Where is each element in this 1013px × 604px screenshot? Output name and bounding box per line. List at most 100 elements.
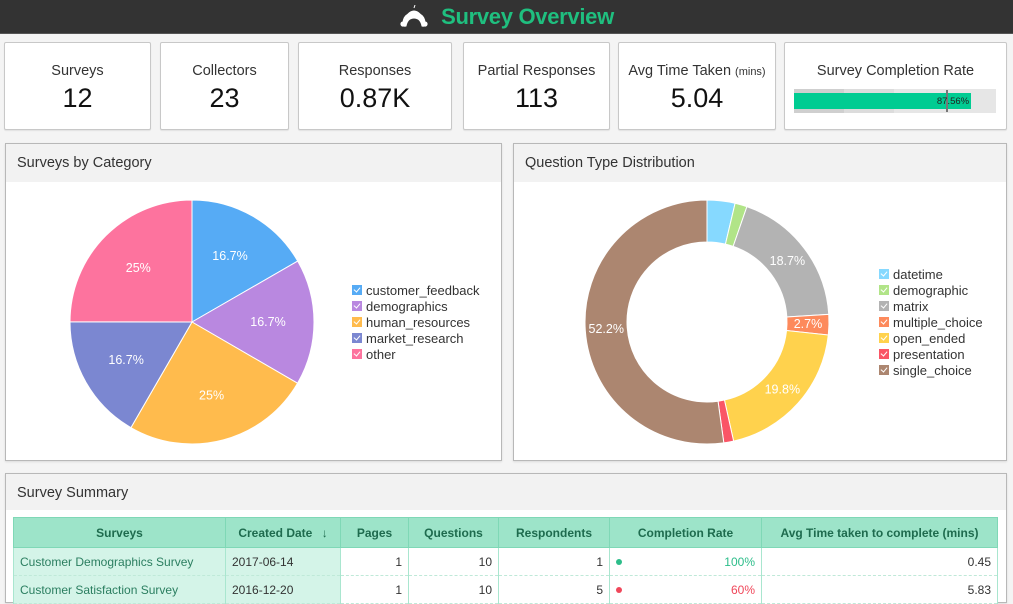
legend-item-datetime[interactable]: datetime: [879, 266, 983, 282]
status-dot-icon: [616, 587, 622, 594]
checkbox-icon[interactable]: [879, 349, 889, 359]
kpi-value: 5.04: [670, 83, 724, 113]
legend-item-customer-feedback[interactable]: customer_feedback: [352, 282, 479, 298]
kpi-completion-rate: Survey Completion Rate 87.56%: [784, 42, 1007, 130]
kpi-value: 23: [209, 83, 240, 113]
panel-title: Surveys by Category: [6, 144, 501, 182]
bar-value-label: 87.56%: [936, 96, 970, 107]
column-header-pages[interactable]: Pages: [340, 517, 409, 548]
kpi-label: Surveys: [51, 63, 104, 79]
checkbox-icon[interactable]: [879, 301, 889, 311]
cell-questions: 10: [408, 575, 499, 604]
kpi-value: 0.87K: [339, 83, 411, 113]
kpi-label: Partial Responses: [477, 63, 596, 79]
checkbox-icon[interactable]: [879, 333, 889, 343]
checkbox-icon[interactable]: [352, 285, 362, 295]
kpi-label: Responses: [338, 63, 412, 79]
panel-question-type-distribution: Question Type Distribution 18.7% 2.7% 19.8…: [513, 143, 1007, 461]
question-type-donut-chart: 18.7% 2.7% 19.8% 52.2%: [584, 199, 830, 445]
cell-avg-time: 0.45: [761, 547, 998, 576]
slice-label: 2.7%: [794, 317, 823, 331]
slice-label: 16.7%: [250, 315, 285, 329]
table-header-row: Surveys Created Date ↓ Pages Questions R…: [13, 517, 998, 548]
legend-item-other[interactable]: other: [352, 346, 479, 362]
kpi-label: Survey Completion Rate: [816, 63, 975, 79]
cell-survey-name[interactable]: Customer Demographics Survey: [13, 547, 226, 576]
column-header-created-date[interactable]: Created Date ↓: [225, 517, 341, 548]
legend-label: market_research: [366, 330, 464, 346]
legend-label: other: [366, 346, 396, 362]
slice-label: 25%: [199, 388, 224, 402]
checkbox-icon[interactable]: [352, 349, 362, 359]
status-dot-icon: [616, 559, 622, 566]
question-type-legend: datetime demographic matrix multiple_choice…: [879, 266, 983, 378]
slice-label: 16.7%: [212, 249, 247, 263]
checkbox-icon[interactable]: [352, 301, 362, 311]
kpi-label: Avg Time Taken (mins): [619, 63, 775, 79]
legend-item-market-research[interactable]: market_research: [352, 330, 479, 346]
table-row[interactable]: Customer Demographics Survey 2017-06-14 …: [13, 547, 998, 576]
legend-item-single-choice[interactable]: single_choice: [879, 362, 983, 378]
legend-label: single_choice: [893, 362, 972, 378]
cell-pages: 1: [340, 547, 409, 576]
legend-item-human-resources[interactable]: human_resources: [352, 314, 479, 330]
slice-label: 25%: [126, 261, 151, 275]
table-row[interactable]: Customer Satisfaction Survey 2016-12-20 …: [13, 575, 998, 604]
cell-completion-rate: 100%: [609, 547, 762, 576]
kpi-surveys: Surveys 12: [4, 42, 151, 130]
column-header-label: Created Date: [238, 525, 313, 540]
cell-created-date: 2016-12-20: [225, 575, 341, 604]
kpi-collectors: Collectors 23: [160, 42, 289, 130]
page-title: Survey Overview: [441, 3, 614, 29]
cell-questions: 10: [408, 547, 499, 576]
completion-value: 60%: [730, 582, 755, 597]
completion-bullet-bar: 87.56%: [794, 89, 996, 113]
kpi-partial-responses: Partial Responses 113: [463, 42, 610, 130]
legend-label: demographic: [893, 282, 969, 298]
checkbox-icon[interactable]: [879, 317, 889, 327]
legend-label: human_resources: [366, 314, 471, 330]
kpi-value: 12: [62, 83, 93, 113]
kpi-label: Collectors: [192, 63, 257, 79]
column-header-surveys[interactable]: Surveys: [13, 517, 226, 548]
column-header-completion-rate[interactable]: Completion Rate: [609, 517, 762, 548]
legend-label: matrix: [893, 298, 929, 314]
legend-label: demographics: [366, 298, 448, 314]
kpi-responses: Responses 0.87K: [298, 42, 452, 130]
legend-label: multiple_choice: [893, 314, 983, 330]
kpi-value: 113: [514, 83, 559, 113]
panel-survey-summary: Survey Summary Surveys Created Date ↓ Pa…: [5, 473, 1007, 604]
column-header-questions[interactable]: Questions: [408, 517, 499, 548]
legend-item-demographics[interactable]: demographics: [352, 298, 479, 314]
legend-item-multiple-choice[interactable]: multiple_choice: [879, 314, 983, 330]
cell-survey-name[interactable]: Customer Satisfaction Survey: [13, 575, 226, 604]
legend-item-demographic[interactable]: demographic: [879, 282, 983, 298]
cell-completion-rate: 60%: [609, 575, 762, 604]
column-header-respondents[interactable]: Respondents: [498, 517, 610, 548]
legend-item-open-ended[interactable]: open_ended: [879, 330, 983, 346]
checkbox-icon[interactable]: [352, 317, 362, 327]
slice-label: 18.7%: [770, 254, 805, 268]
kpi-label-unit: (mins): [735, 66, 766, 78]
cell-pages: 1: [340, 575, 409, 604]
panel-title: Question Type Distribution: [514, 144, 1006, 182]
column-header-avg-time[interactable]: Avg Time taken to complete (mins): [761, 517, 998, 548]
legend-item-matrix[interactable]: matrix: [879, 298, 983, 314]
slice-label: 16.7%: [108, 353, 143, 367]
surveymonkey-logo-icon: [400, 4, 428, 27]
kpi-avg-time: Avg Time Taken (mins) 5.04: [618, 42, 776, 130]
checkbox-icon[interactable]: [879, 285, 889, 295]
checkbox-icon[interactable]: [879, 269, 889, 279]
kpi-label-text: Avg Time Taken: [628, 63, 732, 79]
completion-value: 100%: [724, 554, 755, 569]
cell-created-date: 2017-06-14: [225, 547, 341, 576]
legend-item-presentation[interactable]: presentation: [879, 346, 983, 362]
slice-label: 19.8%: [765, 382, 800, 396]
checkbox-icon[interactable]: [352, 333, 362, 343]
category-pie-chart: 16.7% 16.7% 25% 16.7% 25%: [69, 199, 315, 445]
legend-label: datetime: [893, 266, 943, 282]
category-legend: customer_feedback demographics human_resou…: [352, 282, 479, 362]
checkbox-icon[interactable]: [879, 365, 889, 375]
cell-respondents: 5: [498, 575, 610, 604]
legend-label: open_ended: [893, 330, 966, 346]
